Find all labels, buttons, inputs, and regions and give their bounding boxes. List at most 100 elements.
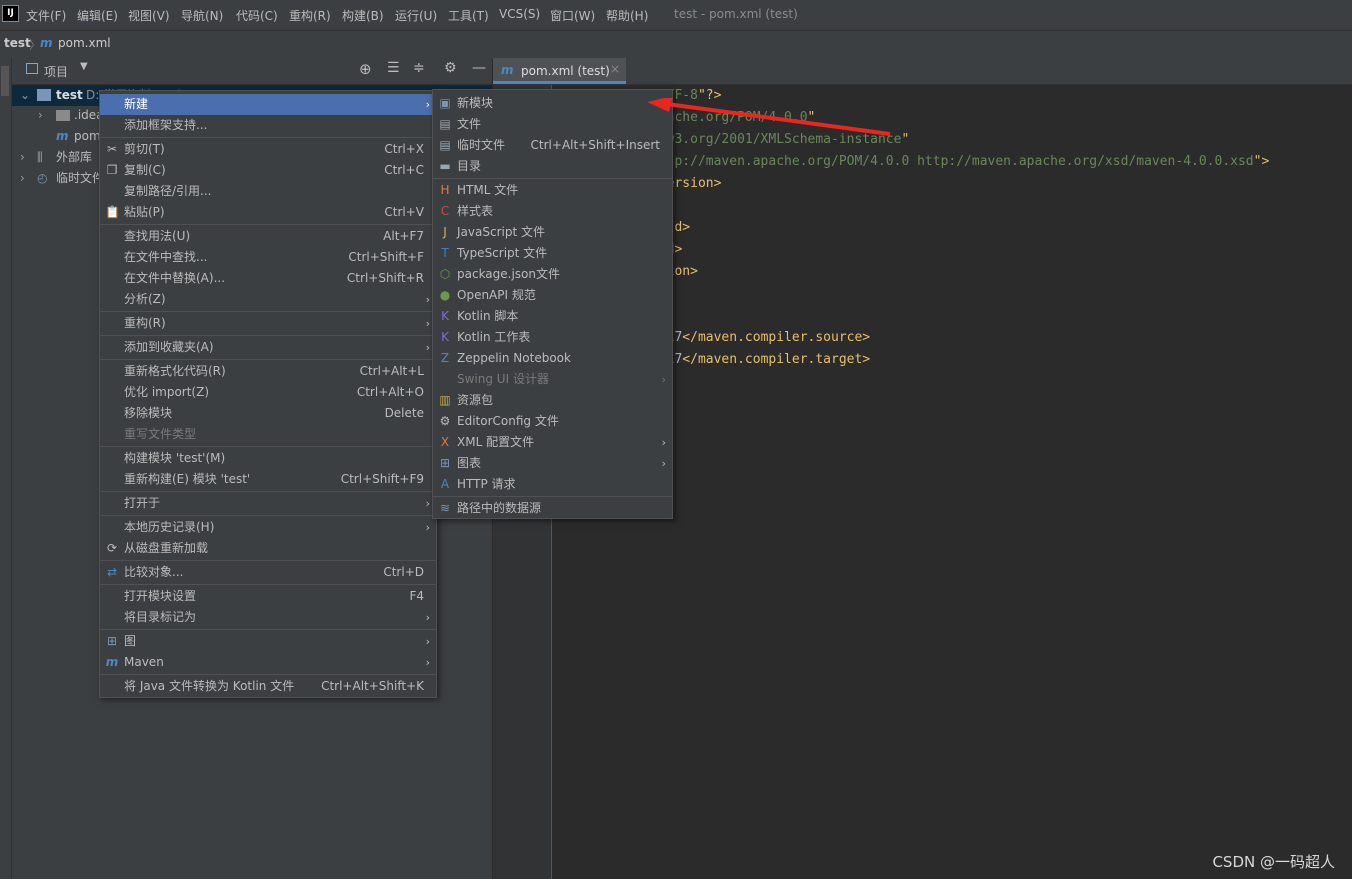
gear-icon[interactable]: ⚙ <box>444 60 457 76</box>
context-menu-item[interactable]: 打开于 › <box>100 493 436 514</box>
datasource-icon: ≋ <box>439 501 451 515</box>
submenu-new-item[interactable]: K Kotlin 脚本 <box>433 306 672 327</box>
context-menu-item[interactable]: ⟳ 从磁盘重新加载 <box>100 538 436 559</box>
menu-window[interactable]: 窗口(W) <box>550 7 595 24</box>
submenu-new-item[interactable]: A HTTP 请求 <box>433 474 672 495</box>
menu-separator <box>100 491 436 492</box>
paste-icon: 📋 <box>105 205 120 219</box>
menu-navigate[interactable]: 导航(N) <box>181 7 223 24</box>
context-menu-item[interactable]: m Maven › <box>100 652 436 673</box>
menu-refactor[interactable]: 重构(R) <box>289 7 331 24</box>
hide-icon[interactable]: — <box>472 60 486 76</box>
submenu-new-item[interactable]: T TypeScript 文件 <box>433 243 672 264</box>
submenu-new-item[interactable]: ⊞ 图表 › <box>433 453 672 474</box>
submenu-new-item[interactable]: ▬ 目录 <box>433 156 672 177</box>
menu-separator <box>100 584 436 585</box>
chevron-down-icon[interactable]: ▼ <box>80 61 88 72</box>
context-menu-item[interactable]: 将目录标记为 › <box>100 607 436 628</box>
submenu-new-item-label: Swing UI 设计器 <box>457 372 549 386</box>
context-menu-item-label: 查找用法(U) <box>124 229 191 243</box>
context-menu-item-label: 分析(Z) <box>124 292 166 306</box>
menu-build[interactable]: 构建(B) <box>342 7 384 24</box>
menu-separator <box>100 674 436 675</box>
context-menu-item[interactable]: ❐ 复制(C) Ctrl+C <box>100 160 436 181</box>
project-panel-title[interactable]: 项目 <box>44 63 68 80</box>
chevron-right-icon[interactable]: › <box>20 168 25 189</box>
submenu-new-item[interactable]: ⬡ package.json文件 <box>433 264 672 285</box>
chevron-down-icon[interactable]: ⌄ <box>20 85 30 106</box>
submenu-new-item[interactable]: ≋ 路径中的数据源 <box>433 498 672 519</box>
context-menu-item[interactable]: 打开模块设置 F4 <box>100 586 436 607</box>
context-menu-item-label: 剪切(T) <box>124 142 165 156</box>
submenu-new-item-label: XML 配置文件 <box>457 435 535 449</box>
submenu-new-item[interactable]: ⚙ EditorConfig 文件 <box>433 411 672 432</box>
project-tool-window-icon[interactable] <box>1 66 9 96</box>
context-menu-item[interactable]: 新建 › <box>100 94 436 115</box>
gear-icon: ⚙ <box>439 414 451 428</box>
expand-all-icon[interactable]: ☰ <box>387 60 400 76</box>
submenu-new-item[interactable]: ▣ 新模块 <box>433 93 672 114</box>
context-menu-item[interactable]: 添加到收藏夹(A) › <box>100 337 436 358</box>
chevron-right-icon[interactable]: › <box>20 147 25 168</box>
context-menu-item[interactable]: ⊞ 图 › <box>100 631 436 652</box>
context-menu: 新建 › 添加框架支持... ✂ 剪切(T) Ctrl+X ❐ 复制(C) Ctrl+C 复制路径… <box>99 90 437 698</box>
context-menu-item-label: 优化 import(Z) <box>124 385 210 399</box>
shortcut-label: F4 <box>409 589 424 603</box>
js-file-icon: J <box>443 225 447 239</box>
context-menu-item[interactable]: 构建模块 'test'(M) <box>100 448 436 469</box>
menu-edit[interactable]: 编辑(E) <box>77 7 118 24</box>
submenu-new-item[interactable]: X XML 配置文件 › <box>433 432 672 453</box>
context-menu-item[interactable]: 复制路径/引用... <box>100 181 436 202</box>
context-menu-item[interactable]: 重新格式化代码(R) Ctrl+Alt+L <box>100 361 436 382</box>
module-folder-icon <box>37 89 51 101</box>
context-menu-item-label: 本地历史记录(H) <box>124 520 215 534</box>
submenu-new-item[interactable]: J JavaScript 文件 <box>433 222 672 243</box>
context-menu-item[interactable]: 重构(R) › <box>100 313 436 334</box>
chevron-right-icon[interactable]: › <box>38 105 43 126</box>
close-icon[interactable]: × <box>610 62 620 76</box>
tab-pom-xml[interactable]: m pom.xml (test) × <box>493 58 626 84</box>
shortcut-label: Ctrl+Shift+F9 <box>340 472 424 486</box>
context-menu-item[interactable]: 移除模块 Delete <box>100 403 436 424</box>
context-menu-item[interactable]: 查找用法(U) Alt+F7 <box>100 226 436 247</box>
submenu-new-item[interactable]: Z Zeppelin Notebook <box>433 348 672 369</box>
context-menu-item[interactable]: 重新构建(E) 模块 'test' Ctrl+Shift+F9 <box>100 469 436 490</box>
submenu-new-item[interactable]: ▥ 资源包 <box>433 390 672 411</box>
context-menu-item[interactable]: ✂ 剪切(T) Ctrl+X <box>100 139 436 160</box>
context-menu-item-label: 图 <box>124 634 137 648</box>
locate-icon[interactable]: ⊕ <box>359 60 372 78</box>
context-menu-item[interactable]: 在文件中替换(A)... Ctrl+Shift+R <box>100 268 436 289</box>
collapse-all-icon[interactable]: ≑ <box>413 60 425 76</box>
context-menu-item[interactable]: 分析(Z) › <box>100 289 436 310</box>
menu-file[interactable]: 文件(F) <box>26 7 66 24</box>
submenu-new-item-label: 图表 <box>457 456 482 470</box>
shortcut-label: Ctrl+V <box>384 205 424 219</box>
context-menu-item[interactable]: 📋 粘贴(P) Ctrl+V <box>100 202 436 223</box>
breadcrumb-file[interactable]: pom.xml <box>58 36 111 50</box>
menu-code[interactable]: 代码(C) <box>236 7 278 24</box>
shortcut-label: Ctrl+Alt+L <box>359 364 424 378</box>
submenu-new-item[interactable]: ▤ 临时文件 Ctrl+Alt+Shift+Insert <box>433 135 672 156</box>
menu-help[interactable]: 帮助(H) <box>606 7 648 24</box>
submenu-new-item[interactable]: C 样式表 <box>433 201 672 222</box>
context-menu-item[interactable]: 优化 import(Z) Ctrl+Alt+O <box>100 382 436 403</box>
breadcrumb-project[interactable]: test <box>4 36 31 50</box>
submenu-new-item[interactable]: ● OpenAPI 规范 <box>433 285 672 306</box>
context-menu-item[interactable]: 添加框架支持... <box>100 115 436 136</box>
context-menu-item[interactable]: 将 Java 文件转换为 Kotlin 文件 Ctrl+Alt+Shift+K <box>100 676 436 697</box>
menu-view[interactable]: 视图(V) <box>128 7 170 24</box>
menu-tools[interactable]: 工具(T) <box>448 7 489 24</box>
menu-separator <box>100 446 436 447</box>
menu-run[interactable]: 运行(U) <box>395 7 437 24</box>
submenu-new-item[interactable]: ▤ 文件 <box>433 114 672 135</box>
context-menu-item[interactable]: 本地历史记录(H) › <box>100 517 436 538</box>
file-icon: ▤ <box>439 117 451 131</box>
context-menu-item[interactable]: ⇄ 比较对象... Ctrl+D <box>100 562 436 583</box>
submenu-new-item-label: 目录 <box>457 159 482 173</box>
context-menu-item[interactable]: 在文件中查找... Ctrl+Shift+F <box>100 247 436 268</box>
menu-separator <box>100 515 436 516</box>
menu-vcs[interactable]: VCS(S) <box>499 7 540 21</box>
submenu-new-item[interactable]: K Kotlin 工作表 <box>433 327 672 348</box>
submenu-new-item[interactable]: H HTML 文件 <box>433 180 672 201</box>
context-menu-item: 重写文件类型 <box>100 424 436 445</box>
